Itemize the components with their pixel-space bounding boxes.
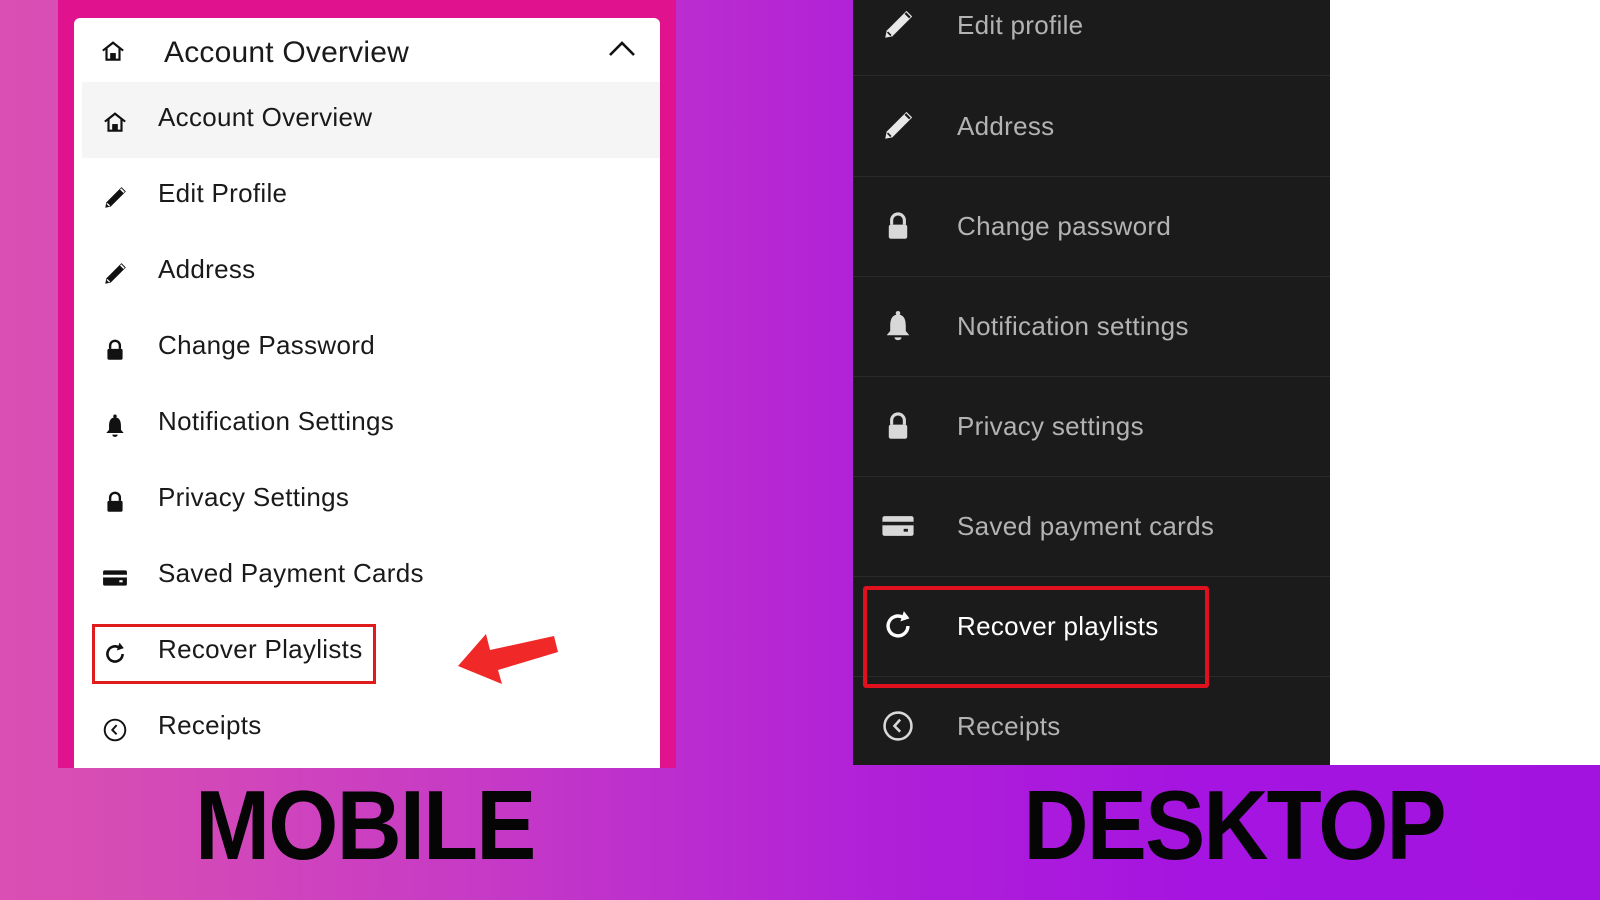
mobile-caption: MOBILE	[195, 770, 536, 880]
menu-item-label: Notification Settings	[158, 406, 395, 436]
mobile-menu-item-receipts[interactable]: Receipts	[74, 690, 660, 766]
menu-item-label: Saved Payment Cards	[158, 558, 424, 588]
menu-item-label: Address	[957, 111, 1055, 141]
mobile-menu-item-account-overview[interactable]: Account Overview	[82, 82, 660, 158]
menu-item-label: Edit Profile	[158, 178, 288, 208]
mobile-menu-item-recover-playlists[interactable]: Recover Playlists	[74, 614, 660, 690]
mobile-menu-item-change-password[interactable]: Change Password	[74, 310, 660, 386]
lock-icon	[881, 409, 915, 443]
desktop-menu-item-receipts[interactable]: Receipts	[853, 677, 1330, 765]
mobile-menu-item-saved-payment-cards[interactable]: Saved Payment Cards	[74, 538, 660, 614]
desktop-menu-item-recover-playlists[interactable]: Recover playlists	[853, 577, 1330, 677]
pencil-icon	[102, 185, 128, 211]
desktop-content-area	[1330, 0, 1600, 765]
mobile-menu-item-address[interactable]: Address	[74, 234, 660, 310]
desktop-caption: DESKTOP	[1023, 770, 1447, 880]
desktop-menu-item-notification-settings[interactable]: Notification settings	[853, 277, 1330, 377]
menu-item-label: Address	[158, 254, 256, 284]
menu-item-label: Recover playlists	[957, 611, 1159, 641]
mobile-frame: Account Overview Account Overview Edit P…	[58, 0, 676, 768]
mobile-menu-item-edit-profile[interactable]: Edit Profile	[74, 158, 660, 234]
menu-item-label: Edit profile	[957, 10, 1084, 40]
mobile-menu-item-privacy-settings[interactable]: Privacy Settings	[74, 462, 660, 538]
mobile-account-menu: Account Overview Account Overview Edit P…	[74, 18, 660, 768]
lock-icon	[102, 337, 128, 363]
desktop-account-menu: Edit profile Address Change password Not…	[853, 0, 1330, 765]
bell-icon	[881, 309, 915, 343]
menu-item-label: Account Overview	[158, 102, 373, 132]
clock-back-icon	[102, 717, 128, 743]
clock-back-icon	[881, 709, 915, 743]
menu-item-label: Privacy Settings	[158, 482, 350, 512]
chevron-up-icon[interactable]	[608, 40, 636, 63]
desktop-menu-item-change-password[interactable]: Change password	[853, 177, 1330, 277]
credit-card-icon	[881, 509, 915, 543]
credit-card-icon	[102, 565, 128, 591]
pencil-icon	[881, 109, 915, 143]
pencil-icon	[102, 261, 128, 287]
menu-item-label: Saved payment cards	[957, 511, 1215, 541]
menu-item-label: Receipts	[957, 711, 1061, 741]
menu-item-label: Privacy settings	[957, 411, 1144, 441]
desktop-menu-item-saved-payment-cards[interactable]: Saved payment cards	[853, 477, 1330, 577]
mobile-menu-item-notification-settings[interactable]: Notification Settings	[74, 386, 660, 462]
home-icon	[102, 109, 128, 135]
refresh-icon	[102, 641, 128, 667]
refresh-icon	[881, 609, 915, 643]
desktop-menu-item-edit-profile[interactable]: Edit profile	[853, 0, 1330, 76]
menu-item-label: Receipts	[158, 710, 262, 740]
desktop-menu-item-privacy-settings[interactable]: Privacy settings	[853, 377, 1330, 477]
desktop-menu-item-address[interactable]: Address	[853, 77, 1330, 177]
menu-item-label: Recover Playlists	[158, 634, 363, 664]
menu-item-label: Change Password	[158, 330, 375, 360]
home-icon	[100, 38, 126, 69]
menu-item-label: Change password	[957, 211, 1172, 241]
mobile-menu-header[interactable]: Account Overview	[74, 18, 660, 82]
pencil-icon	[881, 8, 915, 42]
menu-item-label: Notification settings	[957, 311, 1189, 341]
lock-icon	[881, 209, 915, 243]
mobile-menu-title: Account Overview	[164, 36, 409, 69]
lock-icon	[102, 489, 128, 515]
mobile-menu-list: Account Overview Edit Profile Address Ch…	[74, 82, 660, 766]
bell-icon	[102, 413, 128, 439]
